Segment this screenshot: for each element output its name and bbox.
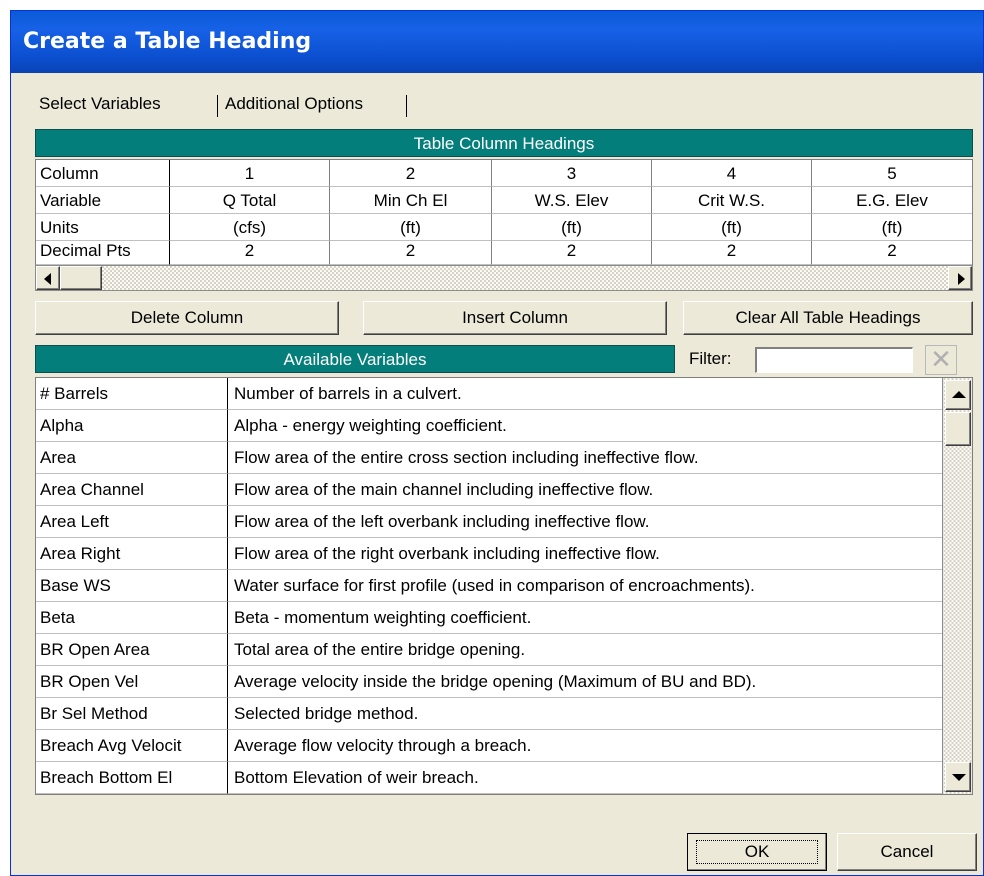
column-number-cell: 4 <box>652 160 812 187</box>
variable-description: Beta - momentum weighting coefficient. <box>228 602 942 634</box>
close-icon: ✕ <box>930 344 952 374</box>
variable-name: Base WS <box>36 570 228 602</box>
scroll-thumb[interactable] <box>60 266 102 290</box>
variable-name: Beta <box>36 602 228 634</box>
variable-description: Flow area of the left overbank including… <box>228 506 942 538</box>
row-label-decimal-pts: Decimal Pts <box>36 241 170 265</box>
variable-name: BR Open Vel <box>36 666 228 698</box>
row-label-variable: Variable <box>36 187 170 214</box>
filter-label: Filter: <box>689 349 732 368</box>
clear-all-table-headings-button[interactable]: Clear All Table Headings <box>683 301 973 335</box>
variable-description: Flow area of the entire cross section in… <box>228 442 942 474</box>
variable-description: Average flow velocity through a breach. <box>228 730 942 762</box>
tab-divider <box>406 95 407 117</box>
list-item[interactable]: Base WS Water surface for first profile … <box>36 570 972 602</box>
variable-cell[interactable]: W.S. Elev <box>492 187 652 214</box>
list-item[interactable]: Breach Avg Velocit Average flow velocity… <box>36 730 972 762</box>
column-headings-grid: Column Variable Units Decimal Pts 1 Q To… <box>35 159 973 265</box>
units-cell[interactable]: (ft) <box>330 214 492 241</box>
list-item[interactable]: Area Left Flow area of the left overbank… <box>36 506 972 538</box>
arrow-down-icon <box>952 774 966 781</box>
column-number-cell: 2 <box>330 160 492 187</box>
tab-additional-options[interactable]: Additional Options <box>217 89 411 121</box>
variable-description: Flow area of the right overbank includin… <box>228 538 942 570</box>
list-item[interactable]: BR Open Vel Average velocity inside the … <box>36 666 972 698</box>
focus-rectangle <box>696 840 818 864</box>
list-item[interactable]: Br Sel Method Selected bridge method. <box>36 698 972 730</box>
variable-cell[interactable]: Q Total <box>170 187 330 214</box>
tab-select-variables[interactable]: Select Variables <box>31 89 217 121</box>
filter-input[interactable] <box>755 347 913 373</box>
decimal-cell[interactable]: 2 <box>652 241 812 265</box>
clear-filter-button[interactable]: ✕ <box>925 345 957 375</box>
list-item[interactable]: Area Flow area of the entire cross secti… <box>36 442 972 474</box>
variable-description: Number of barrels in a culvert. <box>228 378 942 410</box>
row-label-units: Units <box>36 214 170 241</box>
variable-description: Alpha - energy weighting coefficient. <box>228 410 942 442</box>
variable-cell[interactable]: Crit W.S. <box>652 187 812 214</box>
variable-description: Bottom Elevation of weir breach. <box>228 762 942 794</box>
scroll-thumb[interactable] <box>945 412 971 446</box>
list-item[interactable]: Area Right Flow area of the right overba… <box>36 538 972 570</box>
cancel-button[interactable]: Cancel <box>837 833 977 871</box>
variable-name: Area <box>36 442 228 474</box>
decimal-cell[interactable]: 2 <box>492 241 652 265</box>
units-cell[interactable]: (cfs) <box>170 214 330 241</box>
list-item[interactable]: BR Open Area Total area of the entire br… <box>36 634 972 666</box>
delete-column-button[interactable]: Delete Column <box>35 301 339 335</box>
variable-name: Breach Bottom El <box>36 762 228 794</box>
variable-description: Water surface for first profile (used in… <box>228 570 942 602</box>
variable-name: Area Right <box>36 538 228 570</box>
variables-vscrollbar[interactable] <box>942 378 972 794</box>
variable-description: Average velocity inside the bridge openi… <box>228 666 942 698</box>
variable-description: Flow area of the main channel including … <box>228 474 942 506</box>
units-cell[interactable]: (ft) <box>492 214 652 241</box>
decimal-cell[interactable]: 2 <box>170 241 330 265</box>
decimal-cell[interactable]: 2 <box>330 241 492 265</box>
ok-button[interactable]: OK <box>687 833 827 871</box>
column-grid-hscrollbar[interactable] <box>35 265 973 291</box>
variable-name: BR Open Area <box>36 634 228 666</box>
insert-column-button[interactable]: Insert Column <box>363 301 667 335</box>
units-cell[interactable]: (ft) <box>812 214 972 241</box>
arrow-right-icon <box>958 273 965 285</box>
arrow-left-icon <box>44 273 51 285</box>
window-title: Create a Table Heading <box>11 11 983 73</box>
column-number-cell: 5 <box>812 160 972 187</box>
units-cell[interactable]: (ft) <box>652 214 812 241</box>
list-item[interactable]: Beta Beta - momentum weighting coefficie… <box>36 602 972 634</box>
variable-cell[interactable]: Min Ch El <box>330 187 492 214</box>
scroll-left-button[interactable] <box>36 266 60 290</box>
available-variables-title: Available Variables <box>35 345 675 373</box>
row-label-column: Column <box>36 160 170 187</box>
variable-cell[interactable]: E.G. Elev <box>812 187 972 214</box>
table-column-headings-title: Table Column Headings <box>35 129 973 157</box>
variable-name: Area Left <box>36 506 228 538</box>
scroll-down-button[interactable] <box>945 762 971 792</box>
decimal-cell[interactable]: 2 <box>812 241 972 265</box>
variable-name: Br Sel Method <box>36 698 228 730</box>
select-variables-panel: Table Column Headings Column Variable Un… <box>29 121 977 821</box>
list-item[interactable]: Area Channel Flow area of the main chann… <box>36 474 972 506</box>
list-item[interactable]: # Barrels Number of barrels in a culvert… <box>36 378 972 410</box>
variable-name: Area Channel <box>36 474 228 506</box>
variable-name: # Barrels <box>36 378 228 410</box>
column-number-cell: 3 <box>492 160 652 187</box>
arrow-up-icon <box>952 391 966 398</box>
list-item[interactable]: Breach Bottom El Bottom Elevation of wei… <box>36 762 972 794</box>
variable-description: Selected bridge method. <box>228 698 942 730</box>
dialog-window: Create a Table Heading Select Variables … <box>10 10 984 876</box>
scroll-up-button[interactable] <box>945 380 971 410</box>
list-item[interactable]: Alpha Alpha - energy weighting coefficie… <box>36 410 972 442</box>
column-number-cell: 1 <box>170 160 330 187</box>
variable-name: Alpha <box>36 410 228 442</box>
available-variables-list: # Barrels Number of barrels in a culvert… <box>35 377 973 795</box>
variable-description: Total area of the entire bridge opening. <box>228 634 942 666</box>
scroll-right-button[interactable] <box>948 266 972 290</box>
variable-name: Breach Avg Velocit <box>36 730 228 762</box>
